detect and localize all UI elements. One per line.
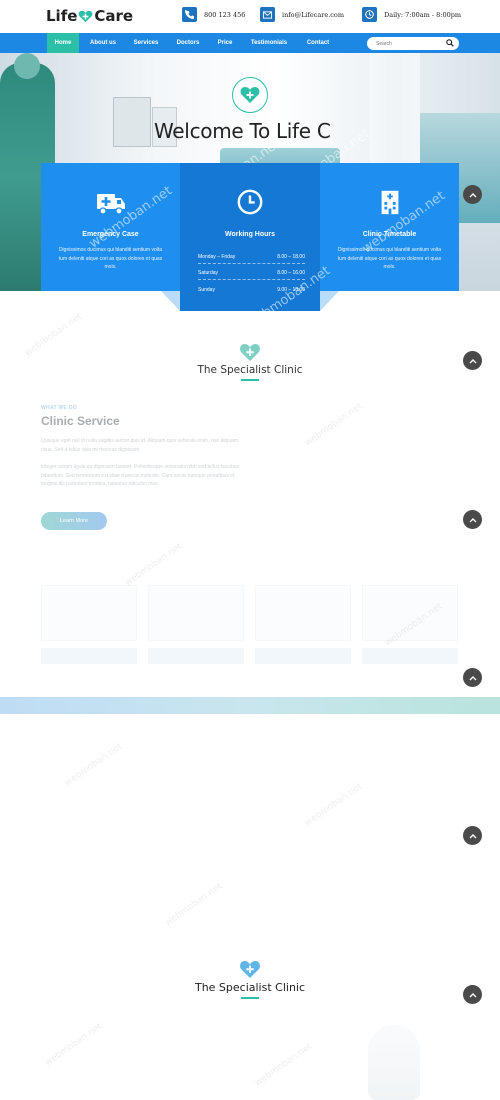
hours-day: Sunday	[198, 287, 215, 293]
specialist-clinic-heading: The Specialist Clinic	[0, 343, 500, 381]
hours-time: 8.00 – 18.00	[277, 254, 305, 260]
service-paragraph: Quisque eget nisl id nulla sagittis auct…	[41, 438, 239, 453]
hospital-building-icon	[381, 190, 398, 215]
service-tile[interactable]	[362, 648, 458, 664]
nav-services[interactable]: Services	[128, 33, 164, 53]
working-hours-title: Working Hours	[224, 231, 276, 238]
clock-icon	[362, 7, 377, 22]
watermark-text: webmoban.net	[303, 401, 365, 449]
hero-doctor-head-image	[14, 53, 40, 79]
scroll-top-button[interactable]	[463, 185, 482, 204]
service-paragraph: Integer rutrum ligula eu dignissim laore…	[41, 464, 240, 487]
watermark-text: webmoban.net	[63, 741, 125, 789]
chevron-up-icon	[469, 517, 476, 522]
logo[interactable]: Life Care	[46, 7, 133, 25]
contact-phone[interactable]: 800 123 456	[182, 7, 245, 22]
hours-day: Saturday	[198, 270, 219, 276]
nav-doctors[interactable]: Doctors	[170, 33, 206, 53]
card-shadow-triangle	[320, 291, 339, 311]
logo-text-right: Care	[94, 7, 134, 25]
top-bar: Life Care 800 123 456 info@Lifecare.com …	[0, 0, 500, 33]
specialist-clinic-title: The Specialist Clinic	[194, 981, 306, 994]
hours-row: Saturday 8.00 – 16.00	[198, 264, 305, 280]
email-address: info@Lifecare.com	[282, 10, 344, 19]
scroll-top-button[interactable]	[463, 510, 482, 529]
specialist-clinic-heading: The Specialist Clinic	[0, 960, 500, 999]
clock-icon	[237, 189, 263, 215]
watermark-text: webmoban.net	[123, 541, 185, 589]
heart-medical-icon	[240, 87, 260, 103]
gradient-divider	[0, 697, 500, 714]
timetable-text: Dignissimos ducimus qui blanditi sentium…	[337, 247, 442, 270]
title-underline	[241, 379, 259, 381]
service-title: Clinic Service	[41, 414, 120, 428]
nav-home[interactable]: Home	[47, 33, 79, 53]
phone-number: 800 123 456	[204, 10, 246, 19]
title-underline	[241, 997, 259, 999]
heart-logo-icon	[79, 10, 93, 22]
ambulance-icon	[96, 194, 125, 215]
watermark-text: webmoban.net	[253, 1041, 315, 1089]
nav-price[interactable]: Price	[210, 33, 240, 53]
watermark-text: webmoban.net	[163, 881, 225, 929]
hours-time: 8.00 – 16.00	[277, 270, 305, 276]
service-tile[interactable]	[255, 648, 351, 664]
nav-testimonials[interactable]: Testimonials	[244, 33, 294, 53]
card-shadow-triangle	[161, 291, 180, 311]
hours-day: Monday – Friday	[198, 254, 236, 260]
learn-more-button[interactable]: Learn More	[41, 512, 107, 530]
scroll-top-button[interactable]	[463, 826, 482, 845]
service-image	[255, 585, 351, 641]
nav-about[interactable]: About us	[84, 33, 122, 53]
chevron-up-icon	[469, 833, 476, 838]
contact-email[interactable]: info@Lifecare.com	[260, 7, 344, 22]
logo-text-left: Life	[46, 7, 78, 25]
nav-contact[interactable]: Contact	[300, 33, 336, 53]
search-icon[interactable]	[446, 39, 454, 47]
contact-hours: Daily: 7:00am - 8:00pm	[362, 7, 461, 22]
heart-medical-icon	[240, 344, 260, 361]
hero-title: Welcome To Life C	[154, 119, 331, 143]
main-nav: Home About us Services Doctors Price Tes…	[0, 33, 500, 53]
chevron-up-icon	[469, 675, 476, 680]
hero-cabinet-image	[113, 97, 151, 147]
opening-hours: Daily: 7:00am - 8:00pm	[384, 10, 462, 19]
service-image	[148, 585, 244, 641]
emergency-text: Dignissimos ducimus qui blanditi sentium…	[58, 247, 163, 270]
hours-row: Monday – Friday 8.00 – 18.00	[198, 248, 305, 264]
watermark-text: webmoban.net	[303, 781, 365, 829]
mail-icon	[260, 7, 275, 22]
section-eyebrow: WHAT WE DO	[41, 405, 77, 411]
service-tile[interactable]	[41, 648, 137, 664]
phone-icon	[182, 7, 197, 22]
watermark-text: webmoban.net	[43, 1021, 105, 1069]
hero-badge	[232, 77, 268, 113]
specialist-clinic-title: The Specialist Clinic	[197, 364, 303, 376]
scroll-top-button[interactable]	[463, 668, 482, 687]
chevron-up-icon	[469, 192, 476, 197]
page: Life Care 800 123 456 info@Lifecare.com …	[0, 0, 500, 1100]
heart-medical-icon	[240, 961, 260, 978]
service-tile[interactable]	[148, 648, 244, 664]
doctor-image	[368, 1025, 420, 1100]
service-image	[41, 585, 137, 641]
